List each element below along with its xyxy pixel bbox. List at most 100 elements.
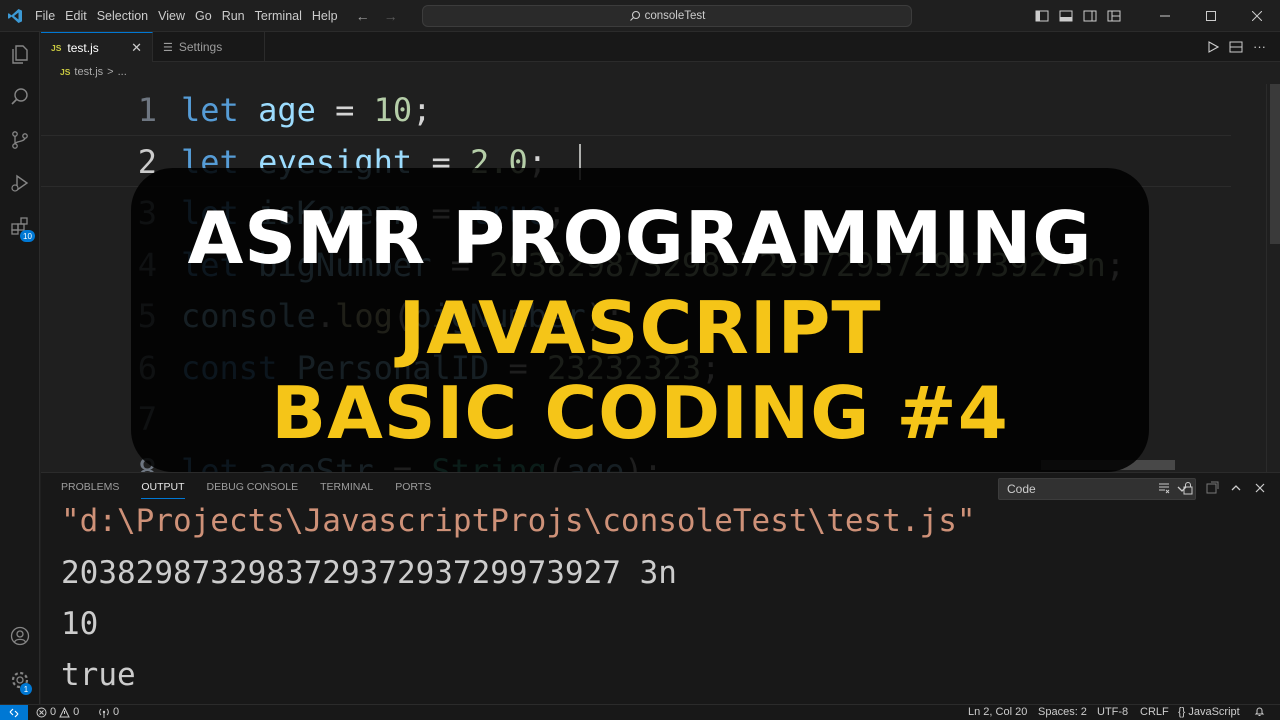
vertical-scrollbar[interactable] bbox=[1266, 84, 1280, 472]
menu-go[interactable]: Go bbox=[190, 0, 217, 32]
braces-icon: {} bbox=[1178, 706, 1186, 718]
open-in-editor-icon[interactable] bbox=[1203, 477, 1221, 499]
title-bar: File Edit Selection View Go Run Terminal… bbox=[0, 0, 1280, 32]
menu-terminal[interactable]: Terminal bbox=[250, 0, 307, 32]
minimize-icon[interactable] bbox=[1142, 0, 1188, 32]
remote-indicator-icon[interactable] bbox=[0, 705, 28, 720]
language-label: JavaScript bbox=[1188, 706, 1240, 718]
activity-bar: 10 1 bbox=[0, 32, 40, 704]
tab-ports[interactable]: PORTS bbox=[395, 481, 431, 499]
command-center-search[interactable]: consoleTest bbox=[422, 5, 912, 27]
error-count: 0 bbox=[50, 706, 57, 718]
editor-tabs: JS test.js ✕ ☰ Settings ··· bbox=[41, 32, 1280, 62]
close-tab-icon[interactable]: ✕ bbox=[131, 40, 142, 56]
javascript-file-icon: JS bbox=[60, 67, 71, 77]
output-line: 10 bbox=[61, 606, 99, 642]
manage-gear-icon[interactable]: 1 bbox=[0, 660, 40, 700]
toggle-panel-icon[interactable] bbox=[1054, 0, 1078, 32]
output-line: true bbox=[61, 657, 136, 693]
explorer-icon[interactable] bbox=[0, 34, 40, 74]
encoding[interactable]: UTF-8 bbox=[1097, 706, 1128, 718]
overlay-subtitle-episode: BASIC CODING #4 bbox=[271, 371, 1009, 455]
close-window-icon[interactable] bbox=[1234, 0, 1280, 32]
status-bar: 0 0 0 Ln 2, Col 20 Spaces: 2 UTF-8 CRLF … bbox=[0, 704, 1280, 720]
maximize-panel-icon[interactable] bbox=[1227, 477, 1245, 499]
line-number: 2 bbox=[137, 142, 157, 181]
close-panel-icon[interactable] bbox=[1251, 477, 1269, 499]
code-token: let bbox=[181, 91, 259, 129]
code-token: = bbox=[315, 91, 374, 129]
menu-file[interactable]: File bbox=[30, 0, 60, 32]
error-icon bbox=[36, 707, 47, 717]
menu-edit[interactable]: Edit bbox=[60, 0, 92, 32]
manage-badge: 1 bbox=[20, 683, 32, 695]
back-arrow-icon[interactable]: ← bbox=[349, 8, 377, 24]
more-actions-icon[interactable]: ··· bbox=[1253, 39, 1266, 54]
source-control-icon[interactable] bbox=[0, 120, 40, 160]
indentation[interactable]: Spaces: 2 bbox=[1038, 706, 1087, 718]
tab-terminal[interactable]: TERMINAL bbox=[320, 481, 373, 499]
line-number: 1 bbox=[137, 91, 157, 129]
extensions-badge: 10 bbox=[20, 230, 35, 242]
output-line: "d:\Projects\JavascriptProjs\consoleTest… bbox=[61, 503, 976, 539]
code-token: ; bbox=[412, 91, 432, 129]
tab-test-js[interactable]: JS test.js ✕ bbox=[41, 32, 153, 62]
output-channel-value: Code bbox=[1007, 482, 1036, 496]
extensions-icon[interactable]: 10 bbox=[0, 206, 40, 246]
search-view-icon[interactable] bbox=[0, 77, 40, 117]
menu-selection[interactable]: Selection bbox=[92, 0, 153, 32]
toggle-secondary-sidebar-icon[interactable] bbox=[1078, 0, 1102, 32]
problems-status[interactable]: 0 0 bbox=[36, 706, 79, 718]
lock-scroll-icon[interactable] bbox=[1179, 477, 1197, 499]
notifications-bell-icon[interactable] bbox=[1254, 706, 1265, 717]
tab-label: test.js bbox=[67, 40, 99, 55]
end-of-line[interactable]: CRLF bbox=[1140, 706, 1169, 718]
vscode-window: File Edit Selection View Go Run Terminal… bbox=[0, 0, 1280, 720]
accounts-icon[interactable] bbox=[0, 616, 40, 656]
panel-actions bbox=[1155, 477, 1269, 499]
tab-label: Settings bbox=[178, 40, 223, 54]
tab-settings[interactable]: ☰ Settings bbox=[153, 32, 265, 62]
breadcrumb-separator: > bbox=[107, 66, 114, 78]
search-icon bbox=[629, 10, 640, 21]
menu-run[interactable]: Run bbox=[217, 0, 250, 32]
settings-tab-icon: ☰ bbox=[163, 41, 173, 54]
overlay-title: ASMR PROGRAMMING bbox=[187, 196, 1093, 280]
code-token: 10 bbox=[373, 91, 413, 129]
code-line[interactable]: 1 let age = 10; bbox=[41, 84, 1231, 136]
antenna-icon bbox=[99, 708, 109, 718]
javascript-file-icon: JS bbox=[51, 42, 62, 53]
run-file-icon[interactable] bbox=[1207, 40, 1219, 53]
toggle-primary-sidebar-icon[interactable] bbox=[1030, 0, 1054, 32]
language-mode[interactable]: {} JavaScript bbox=[1178, 706, 1240, 718]
tab-problems[interactable]: PROBLEMS bbox=[61, 481, 119, 499]
breadcrumb-more[interactable]: ... bbox=[118, 66, 127, 78]
code-token: age bbox=[258, 91, 316, 129]
panel-tabs: PROBLEMS OUTPUT DEBUG CONSOLE TERMINAL P… bbox=[61, 481, 431, 499]
overlay-subtitle-language: JAVASCRIPT bbox=[398, 286, 882, 370]
thumbnail-overlay: ASMR PROGRAMMING JAVASCRIPT BASIC CODING… bbox=[131, 168, 1149, 472]
run-and-debug-icon[interactable] bbox=[0, 163, 40, 203]
bottom-panel: PROBLEMS OUTPUT DEBUG CONSOLE TERMINAL P… bbox=[41, 472, 1280, 704]
warning-icon bbox=[59, 706, 70, 717]
ports-status[interactable]: 0 bbox=[98, 706, 119, 718]
code-text: let age = 10; bbox=[181, 84, 431, 136]
breadcrumb-file[interactable]: test.js bbox=[74, 66, 103, 78]
breadcrumb: JS test.js > ... bbox=[60, 66, 127, 78]
maximize-icon[interactable] bbox=[1188, 0, 1234, 32]
split-editor-icon[interactable] bbox=[1229, 40, 1243, 54]
warning-count: 0 bbox=[73, 706, 80, 718]
forward-arrow-icon[interactable]: → bbox=[377, 8, 405, 24]
vscode-logo-icon[interactable] bbox=[0, 0, 30, 32]
editor-actions: ··· bbox=[1207, 32, 1280, 61]
customize-layout-icon[interactable] bbox=[1102, 0, 1126, 32]
scrollbar-thumb[interactable] bbox=[1270, 84, 1280, 244]
output-line: 203829873298372937293729973927 3n bbox=[61, 555, 677, 591]
menu-help[interactable]: Help bbox=[307, 0, 343, 32]
tab-output[interactable]: OUTPUT bbox=[141, 481, 185, 499]
cursor-position[interactable]: Ln 2, Col 20 bbox=[968, 706, 1027, 718]
tab-debug-console[interactable]: DEBUG CONSOLE bbox=[207, 481, 299, 499]
clear-output-icon[interactable] bbox=[1155, 477, 1173, 499]
search-text: consoleTest bbox=[644, 10, 706, 22]
menu-view[interactable]: View bbox=[153, 0, 190, 32]
